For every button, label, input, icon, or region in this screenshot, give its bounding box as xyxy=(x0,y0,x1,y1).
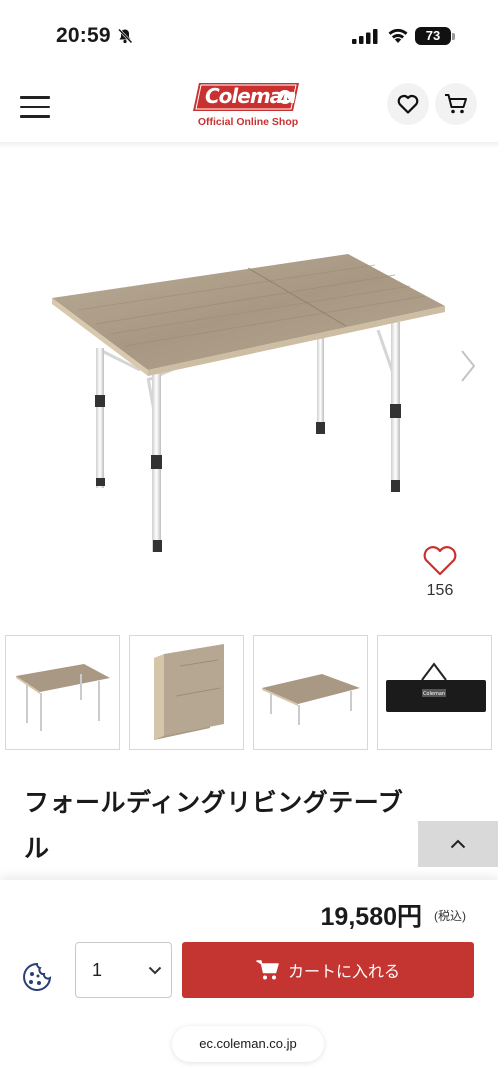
heart-icon xyxy=(397,94,419,114)
logo-text: Coleman xyxy=(205,84,296,108)
quantity-value: 1 xyxy=(92,960,103,980)
thumbnail-strip: Coleman xyxy=(5,635,495,751)
thumbnail-table-front[interactable] xyxy=(5,635,120,750)
hamburger-menu-icon[interactable] xyxy=(20,96,50,118)
battery-tip xyxy=(452,33,455,40)
logo-badge: Coleman xyxy=(193,81,303,113)
add-to-cart-button[interactable]: カートに入れる xyxy=(182,942,474,998)
thumbnail-carry-bag-image: Coleman xyxy=(386,662,486,712)
product-price: 19,580円 xyxy=(320,903,422,931)
bag-logo-text: Coleman xyxy=(423,691,445,697)
header-divider xyxy=(0,142,498,148)
thumbnail-table-front-image xyxy=(16,664,110,731)
cart-button[interactable] xyxy=(435,83,477,125)
site-header: Coleman Official Online Shop xyxy=(0,70,498,142)
chevron-down-icon xyxy=(148,966,162,975)
chevron-up-icon xyxy=(450,839,466,849)
heart-outline-icon xyxy=(423,546,457,576)
thumbnail-table-low[interactable] xyxy=(253,635,368,750)
browser-url-bar[interactable]: ec.coleman.co.jp xyxy=(172,1026,324,1062)
like-count: 156 xyxy=(426,582,454,599)
signal-icon xyxy=(352,29,378,44)
quantity-select[interactable]: 1 xyxy=(75,942,172,998)
thumbnail-table-low-image xyxy=(262,674,360,725)
next-image-chevron-icon[interactable] xyxy=(459,348,477,384)
wifi-icon xyxy=(388,28,408,43)
coleman-logo[interactable]: Coleman Official Online Shop xyxy=(190,81,306,128)
logo-subtitle: Official Online Shop xyxy=(197,116,299,128)
bell-muted-icon xyxy=(118,28,133,44)
thumbnail-carry-bag[interactable]: Coleman xyxy=(377,635,492,750)
status-bar: 20:59 73 xyxy=(0,0,498,70)
cookie-icon[interactable] xyxy=(21,961,53,993)
purchase-panel: 19,580円 (税込) 1 カートに入れる ec.coleman.co.jp xyxy=(0,880,498,1080)
thumbnail-table-folded-image xyxy=(154,644,224,740)
tax-included-note: (税込) xyxy=(434,909,466,923)
product-title-line1: フォールディングリビングテーブル xyxy=(24,789,404,863)
cart-icon xyxy=(445,94,467,114)
battery-indicator: 73 xyxy=(415,27,451,45)
thumbnail-table-folded[interactable] xyxy=(129,635,244,750)
cart-icon xyxy=(256,960,279,980)
like-control[interactable]: 156 xyxy=(418,545,462,600)
scroll-to-top-button[interactable] xyxy=(418,821,498,867)
status-time: 20:59 xyxy=(56,24,111,47)
favorites-button[interactable] xyxy=(387,83,429,125)
add-to-cart-label: カートに入れる xyxy=(287,964,400,981)
